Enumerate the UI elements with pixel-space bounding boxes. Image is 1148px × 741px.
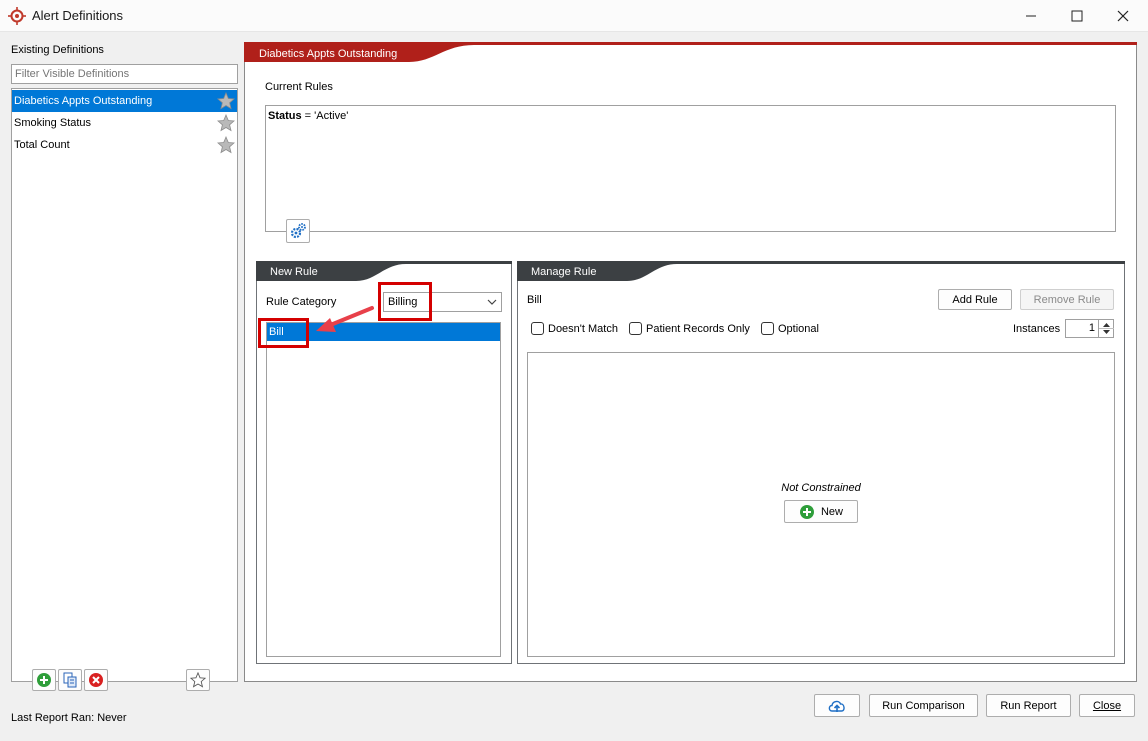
- last-report-status: Last Report Ran: Never: [11, 712, 127, 724]
- checkbox-box[interactable]: [761, 322, 774, 335]
- rule-condition: = 'Active': [301, 110, 349, 122]
- list-item-diabetics[interactable]: Diabetics Appts Outstanding: [12, 90, 237, 112]
- filter-definitions-input[interactable]: [11, 64, 238, 84]
- rule-text: Status = 'Active': [268, 110, 348, 122]
- delete-icon: [89, 673, 103, 687]
- checkbox-label: Doesn't Match: [548, 322, 618, 335]
- current-rules-box: Status = 'Active': [265, 105, 1116, 232]
- instances-stepper[interactable]: 1: [1065, 319, 1114, 338]
- new-rule-tab-label: New Rule: [270, 266, 318, 278]
- instances-value: 1: [1088, 322, 1095, 334]
- list-item-label: Smoking Status: [14, 117, 92, 129]
- definitions-list: Diabetics Appts Outstanding Smoking Stat…: [11, 88, 238, 682]
- maximize-icon: [1071, 10, 1083, 22]
- chevron-down-icon: [487, 299, 497, 305]
- add-definition-button[interactable]: [32, 669, 56, 691]
- window-title: Alert Definitions: [32, 8, 124, 23]
- existing-definitions-heading: Existing Definitions: [11, 44, 104, 56]
- close-button[interactable]: Close: [1079, 694, 1135, 717]
- add-rule-button[interactable]: Add Rule: [938, 289, 1012, 310]
- annotation-arrow-icon: [316, 306, 374, 332]
- manage-rule-tab-label: Manage Rule: [531, 266, 597, 278]
- delete-definition-button[interactable]: [84, 669, 108, 691]
- add-icon: [37, 673, 51, 687]
- list-item-total-count[interactable]: Total Count: [12, 134, 237, 156]
- maximize-button[interactable]: [1054, 0, 1100, 32]
- list-item-smoking-status[interactable]: Smoking Status: [12, 112, 237, 134]
- copy-definition-button[interactable]: [58, 669, 82, 691]
- close-icon: [1117, 10, 1129, 22]
- highlight-bill-box: [258, 318, 309, 348]
- remove-rule-button[interactable]: Remove Rule: [1020, 289, 1114, 310]
- checkbox-box[interactable]: [629, 322, 642, 335]
- favorite-button[interactable]: [186, 669, 210, 691]
- copy-icon: [63, 672, 77, 688]
- constraints-area: Not Constrained New: [527, 352, 1115, 657]
- rule-settings-button[interactable]: [286, 219, 310, 243]
- not-constrained-text: Not Constrained: [781, 482, 861, 494]
- up-down-arrows-icon: [1099, 323, 1114, 334]
- new-button-label: New: [820, 505, 843, 518]
- add-icon: [799, 504, 814, 519]
- manage-rule-tab: [517, 261, 1125, 281]
- list-item-label: Total Count: [14, 139, 70, 151]
- stepper-arrows[interactable]: [1098, 320, 1114, 337]
- list-item-label: Diabetics Appts Outstanding: [14, 95, 153, 107]
- highlight-category-box: [378, 282, 432, 321]
- run-report-button[interactable]: Run Report: [986, 694, 1071, 717]
- checkbox-label: Optional: [778, 322, 819, 335]
- new-constraint-button[interactable]: New: [784, 500, 858, 523]
- rule-field: Status: [268, 110, 302, 122]
- patient-records-only-checkbox[interactable]: Patient Records Only: [629, 322, 750, 335]
- star-outline-icon: [190, 672, 206, 688]
- optional-checkbox[interactable]: Optional: [761, 322, 819, 335]
- minimize-icon: [1026, 15, 1036, 17]
- upload-button[interactable]: [814, 694, 860, 717]
- definition-title: Diabetics Appts Outstanding: [259, 48, 398, 60]
- checkbox-box[interactable]: [531, 322, 544, 335]
- rule-type-list: Bill: [266, 322, 501, 657]
- doesnt-match-checkbox[interactable]: Doesn't Match: [531, 322, 618, 335]
- selected-rule-name: Bill: [527, 294, 542, 306]
- favorite-star-icon[interactable]: [217, 92, 235, 110]
- favorite-star-icon[interactable]: [217, 114, 235, 132]
- title-bar: Alert Definitions: [0, 0, 1148, 32]
- cloud-upload-icon: [828, 700, 845, 712]
- checkbox-label: Patient Records Only: [646, 322, 750, 335]
- gears-icon: [290, 223, 306, 239]
- current-rules-label: Current Rules: [265, 81, 333, 93]
- app-target-icon: [8, 7, 26, 25]
- close-window-button[interactable]: [1100, 0, 1146, 32]
- minimize-button[interactable]: [1008, 0, 1054, 32]
- favorite-star-icon[interactable]: [217, 136, 235, 154]
- instances-label: Instances: [1013, 323, 1061, 335]
- run-comparison-button[interactable]: Run Comparison: [869, 694, 978, 717]
